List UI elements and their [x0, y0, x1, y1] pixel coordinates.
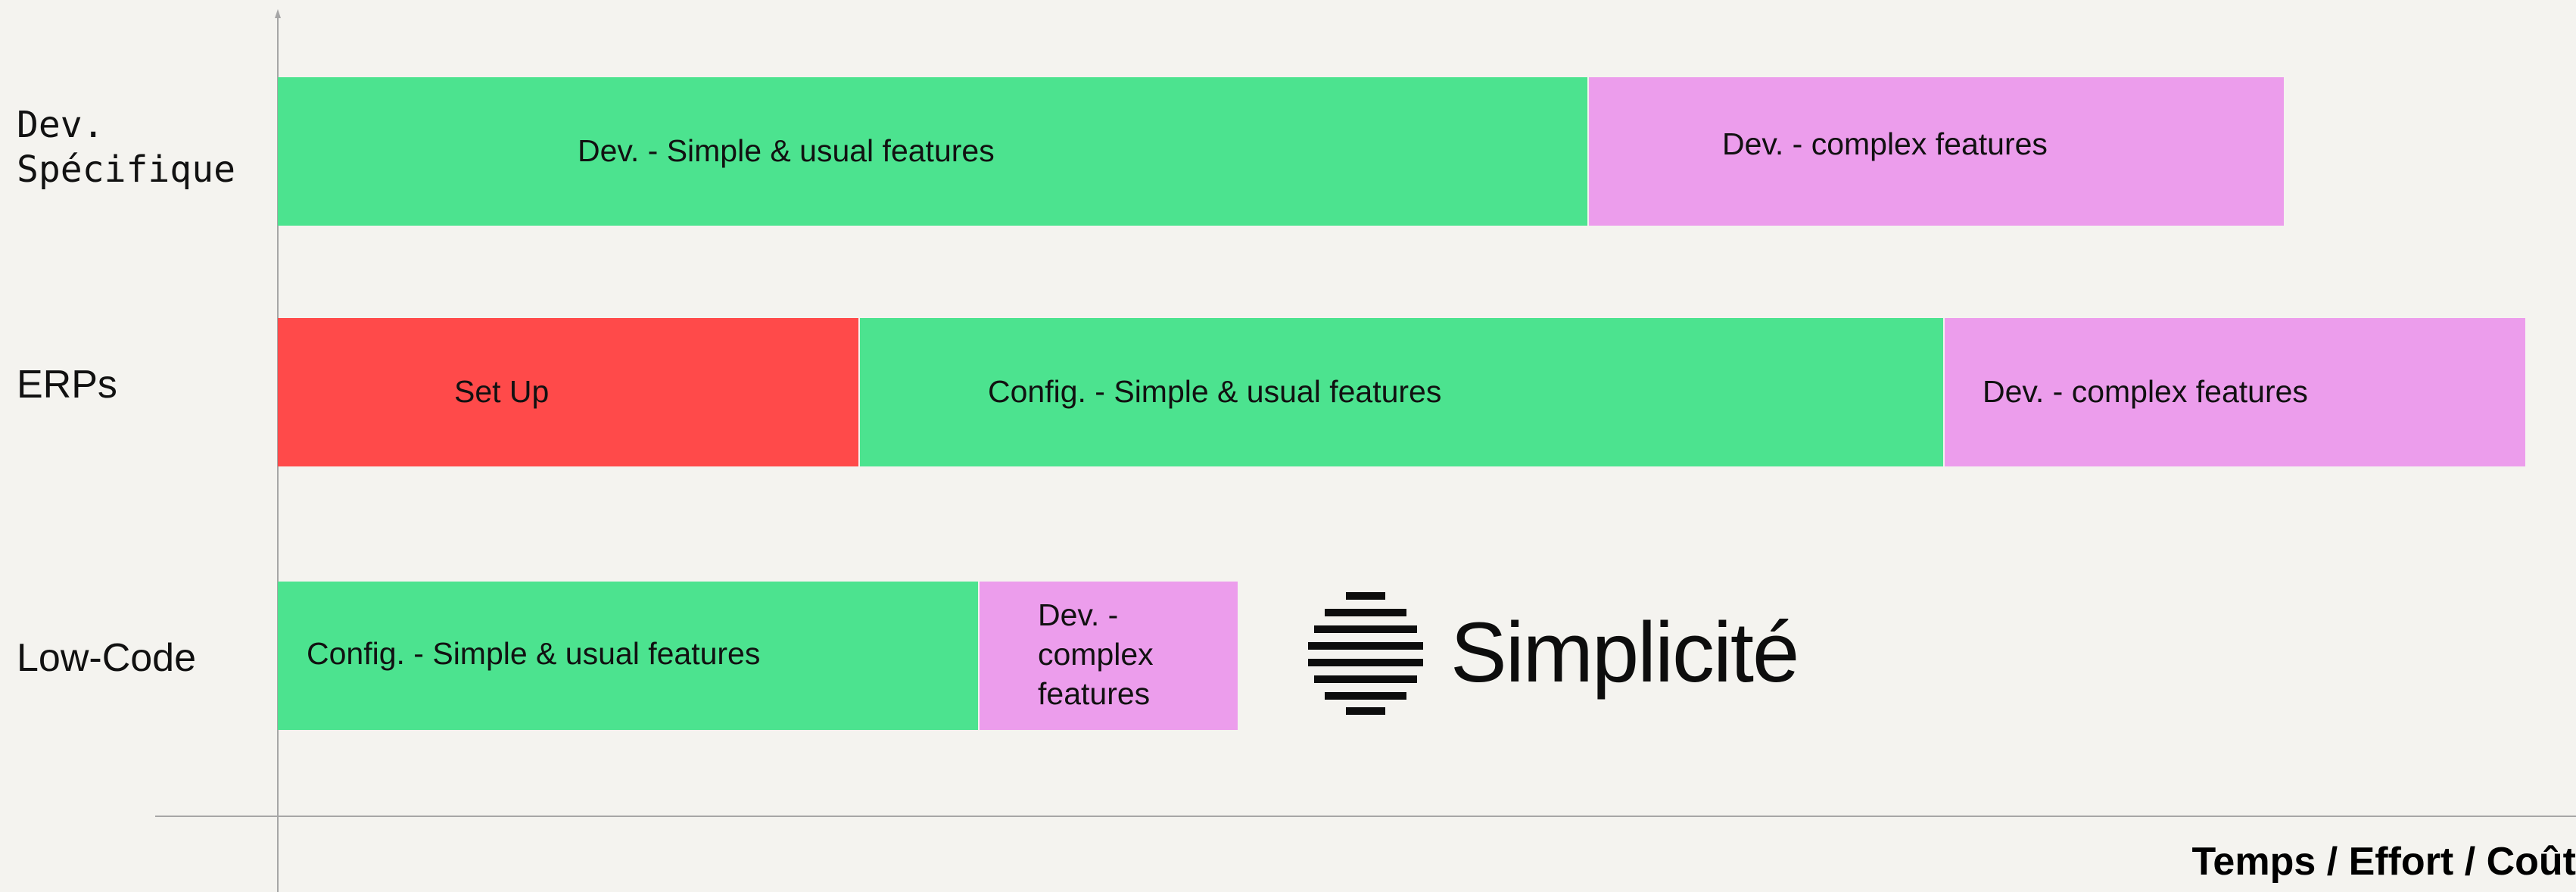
bar-segment-label-r0-s1: Dev. - complex features: [1722, 126, 2048, 161]
simplicite-logo: Simplicité: [1308, 591, 1799, 715]
row-label-dev-specifique: Dev. Spécifique: [17, 104, 235, 191]
bar-segment-label-r1-s0: Set Up: [454, 374, 549, 409]
bar-segment-r1-s0: [278, 318, 859, 466]
x-axis-label: Temps / Effort / Coût: [2191, 840, 2576, 884]
bar-segment-label-r1-s1: Config. - Simple & usual features: [988, 374, 1441, 409]
bar-segment-label-r1-s2: Dev. - complex features: [1983, 374, 2308, 409]
logo-wordmark: Simplicité: [1450, 605, 1799, 700]
striped-circle-icon: [1308, 592, 1423, 715]
stacked-bar-chart: Dev. - Simple & usual features Dev. - com…: [155, 9, 2576, 892]
row-label-erps: ERPs: [17, 363, 117, 407]
row-label-low-code: Low-Code: [17, 636, 197, 680]
bar-segment-label-r0-s0: Dev. - Simple & usual features: [578, 133, 995, 168]
bar-segment-label-r2-s0: Config. - Simple & usual features: [307, 636, 760, 671]
y-axis-arrow-icon: [275, 9, 281, 18]
